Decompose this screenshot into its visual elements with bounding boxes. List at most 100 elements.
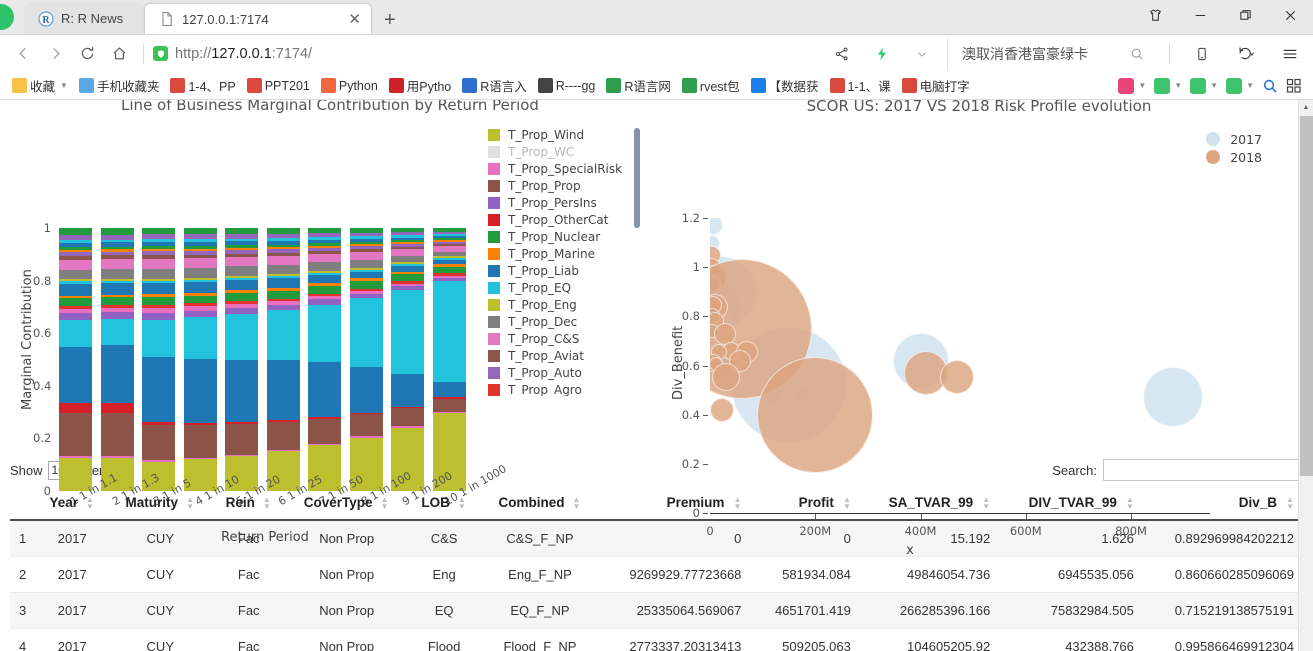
close-icon[interactable]: ✕ (326, 10, 361, 28)
bookmark-item[interactable]: 手机收藏夹 (75, 74, 164, 97)
scissors-button[interactable]: ▼ (1115, 77, 1149, 94)
bookmark-item[interactable]: rvest包 (678, 74, 744, 97)
bar-segment[interactable] (349, 281, 383, 289)
bar-segment[interactable] (100, 259, 134, 270)
bookmark-item[interactable]: 1-1、课 (826, 74, 895, 97)
bookmark-item[interactable]: 【数据获 (747, 74, 823, 97)
bar-segment[interactable] (266, 290, 300, 299)
legend-item[interactable]: T_Prop_Nuclear (488, 228, 648, 245)
bar-segment[interactable] (183, 267, 217, 278)
bookmark-item[interactable]: 用Pytho (385, 74, 455, 97)
forward-icon[interactable] (40, 39, 70, 69)
bookmark-item[interactable]: 电脑打字 (898, 74, 974, 97)
bar-segment[interactable] (100, 269, 134, 279)
bar-segment[interactable] (142, 424, 176, 461)
chevron-down-icon[interactable]: ▼ (1174, 81, 1182, 90)
shirt-icon[interactable] (1133, 0, 1178, 30)
hamburger-menu-icon[interactable] (1275, 39, 1305, 69)
bar-segment[interactable] (308, 362, 342, 418)
bar-segment[interactable] (183, 317, 217, 359)
legend-item[interactable]: T_Prop_EQ (488, 279, 648, 296)
bar-segment[interactable] (142, 312, 176, 320)
history-icon[interactable] (1227, 39, 1265, 69)
chrome-search-box[interactable]: 澳取消香港富豪绿卡 (947, 38, 1152, 69)
bar-segment[interactable] (59, 412, 93, 457)
bar-segment[interactable] (183, 258, 217, 268)
search-icon[interactable] (1122, 39, 1152, 69)
bar-column[interactable] (142, 228, 176, 491)
bar-segment[interactable] (349, 414, 383, 437)
sort-arrows-icon[interactable]: ▲ ▼ (1284, 496, 1294, 511)
bookmark-item[interactable]: R语言网 (602, 74, 675, 97)
scrollbar-thumb[interactable] (1300, 116, 1313, 476)
bar-column[interactable] (308, 228, 342, 491)
browser-tab-1[interactable]: 127.0.0.1:7174 ✕ (144, 3, 372, 34)
column-header-rein[interactable]: Rein ▲ ▼ (211, 484, 287, 522)
bar-segment[interactable] (432, 281, 466, 383)
bar-segment[interactable] (183, 310, 217, 318)
bar-segment[interactable] (391, 249, 425, 257)
bar-segment[interactable] (308, 275, 342, 283)
bar-column[interactable] (100, 228, 134, 491)
bar-segment[interactable] (266, 359, 300, 420)
bar-segment[interactable] (59, 298, 93, 306)
sort-arrows-icon[interactable]: ▲ ▼ (980, 496, 990, 511)
legend-item[interactable]: T_Prop_Agro (488, 381, 648, 396)
column-header-sa_tvar_99[interactable]: SA_TVAR_99 ▲ ▼ (859, 484, 1000, 522)
bar-column[interactable] (432, 228, 466, 491)
sort-arrows-icon[interactable]: ▲ ▼ (85, 496, 95, 511)
bar-segment[interactable] (225, 293, 259, 302)
bar-segment[interactable] (183, 358, 217, 423)
sort-arrows-icon[interactable]: ▲ ▼ (380, 496, 390, 511)
bar-segment[interactable] (308, 304, 342, 363)
bar-column[interactable] (349, 228, 383, 491)
bar-segment[interactable] (142, 319, 176, 358)
bar-segment[interactable] (100, 312, 134, 319)
scroll-up-icon[interactable]: ▲ (1299, 100, 1313, 115)
minimize-icon[interactable] (1178, 0, 1223, 30)
bar-segment[interactable] (142, 268, 176, 279)
bar-segment[interactable] (432, 398, 466, 412)
legend-item[interactable]: T_Prop_Auto (488, 364, 648, 381)
legend-item[interactable]: T_Prop_SpecialRisk (488, 160, 648, 177)
column-header-div_b[interactable]: Div_B ▲ ▼ (1142, 484, 1303, 522)
legend-item[interactable]: T_Prop_Marine (488, 245, 648, 262)
bar-segment[interactable] (225, 257, 259, 266)
bar-segment[interactable] (100, 283, 134, 295)
sort-arrows-icon[interactable]: ▲ ▼ (457, 496, 467, 511)
bar-segment[interactable] (183, 425, 217, 459)
legend-item[interactable]: T_Prop_Dec (488, 313, 648, 330)
bar-segment[interactable] (59, 228, 93, 236)
gamepad-button[interactable]: ▼ (1223, 77, 1257, 94)
bar-segment[interactable] (59, 259, 93, 270)
bar-column[interactable] (225, 228, 259, 491)
bar-segment[interactable] (59, 347, 93, 403)
maximize-icon[interactable] (1223, 0, 1268, 30)
bookmark-item[interactable]: Python (317, 76, 382, 95)
bar-segment[interactable] (266, 264, 300, 275)
bar-segment[interactable] (59, 283, 93, 296)
back-icon[interactable] (8, 39, 38, 69)
legend-item[interactable]: 2017 (1206, 130, 1262, 148)
bubble-point[interactable] (710, 397, 734, 422)
bar-segment[interactable] (266, 421, 300, 450)
chevron-down-icon[interactable]: ▼ (60, 81, 68, 90)
table-row[interactable]: 4 2017 CUY Fac Non Prop Flood Flood_F_NP 277333… (10, 628, 1303, 651)
legend-item[interactable]: T_Prop_Liab (488, 262, 648, 279)
bar-segment[interactable] (349, 271, 383, 279)
close-icon[interactable] (1268, 0, 1313, 30)
shield-button[interactable]: ▼ (1187, 77, 1221, 94)
bar-segment[interactable] (59, 402, 93, 413)
sort-arrows-icon[interactable]: ▲ ▼ (731, 496, 741, 511)
home-icon[interactable] (104, 39, 134, 69)
bar-segment[interactable] (142, 259, 176, 269)
sort-arrows-icon[interactable]: ▲ ▼ (185, 496, 195, 511)
bubble-point[interactable] (1143, 367, 1204, 428)
bar-segment[interactable] (59, 269, 93, 280)
legend-item[interactable]: T_Prop_WC (488, 143, 648, 160)
sort-arrows-icon[interactable]: ▲ ▼ (1124, 496, 1134, 511)
share-icon[interactable] (827, 39, 857, 69)
legend-item[interactable]: T_Prop_Aviat (488, 347, 648, 364)
chevron-down-icon[interactable]: ▼ (1210, 81, 1218, 90)
bar-segment[interactable] (308, 262, 342, 271)
